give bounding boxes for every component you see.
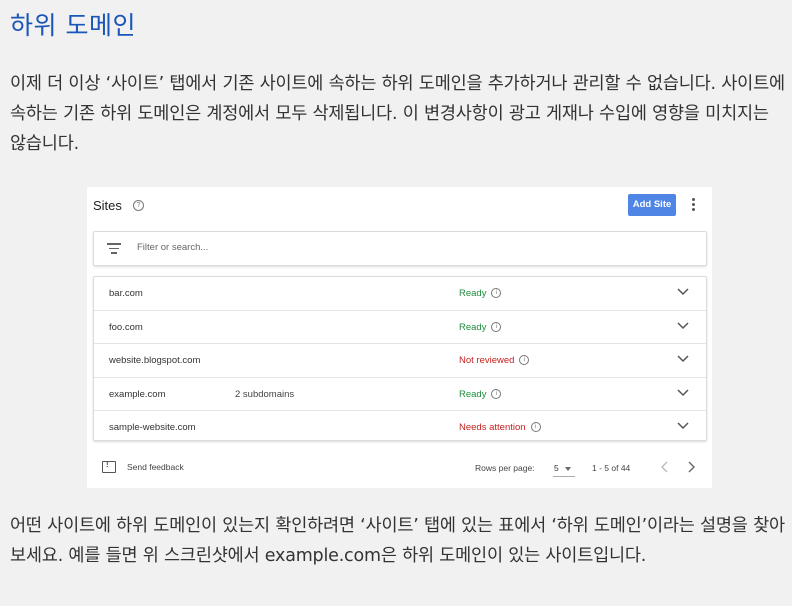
sites-title: Sites xyxy=(93,198,122,213)
info-icon[interactable]: i xyxy=(491,288,502,299)
pagination-range: 1 - 5 of 44 xyxy=(592,463,631,473)
site-domain: foo.com xyxy=(109,321,143,333)
dropdown-caret-icon xyxy=(565,467,571,471)
info-icon[interactable]: i xyxy=(530,422,541,433)
chevron-down-icon[interactable] xyxy=(677,321,689,331)
send-feedback-link[interactable]: Send feedback xyxy=(127,462,184,472)
site-domain: bar.com xyxy=(109,288,143,299)
site-status: Ready i xyxy=(459,388,502,400)
site-status-label: Ready xyxy=(459,288,487,299)
sites-table: bar.com Ready i foo.com Ready i website.blogsp… xyxy=(93,276,707,441)
table-row[interactable]: sample-website.com Needs attention i xyxy=(94,411,706,444)
sites-header: Sites ? Add Site xyxy=(87,187,712,225)
info-icon[interactable]: i xyxy=(491,321,502,332)
site-status: Needs attention i xyxy=(459,422,541,433)
help-icon[interactable]: ? xyxy=(133,200,144,211)
site-status: Ready i xyxy=(459,321,502,333)
chevron-down-icon[interactable] xyxy=(677,354,689,364)
table-row[interactable]: bar.com Ready i xyxy=(94,277,706,311)
filter-placeholder[interactable]: Filter or search... xyxy=(137,242,208,253)
table-footer: Send feedback Rows per page: 5 1 - 5 of … xyxy=(87,450,712,480)
rows-per-page-value: 5 xyxy=(554,463,559,473)
filter-bar[interactable]: Filter or search... xyxy=(93,231,707,266)
table-row[interactable]: foo.com Ready i xyxy=(94,311,706,344)
site-status-label: Needs attention xyxy=(459,422,526,433)
site-status: Not reviewed i xyxy=(459,355,530,366)
more-vert-icon[interactable] xyxy=(688,196,698,214)
site-domain: example.com xyxy=(109,388,166,400)
page-title: 하위 도메인 xyxy=(10,11,136,40)
closing-paragraph: 어떤 사이트에 하위 도메인이 있는지 확인하려면 ‘사이트’ 탭에 있는 표에… xyxy=(10,516,785,566)
site-domain: website.blogspot.com xyxy=(109,355,201,366)
site-subdomains: 2 subdomains xyxy=(235,388,295,400)
site-status-label: Ready xyxy=(459,321,487,333)
table-row[interactable]: website.blogspot.com Not reviewed i xyxy=(94,344,706,378)
chevron-down-icon[interactable] xyxy=(677,421,689,431)
chevron-left-icon[interactable] xyxy=(659,461,671,473)
sites-screenshot: Sites ? Add Site Filter or search... bar… xyxy=(87,187,712,488)
site-status: Ready i xyxy=(459,288,502,299)
rows-per-page-label: Rows per page: xyxy=(475,463,535,473)
table-row[interactable]: example.com 2 subdomains Ready i xyxy=(94,378,706,411)
site-status-label: Not reviewed xyxy=(459,355,515,366)
chevron-right-icon[interactable] xyxy=(685,461,697,473)
chevron-down-icon[interactable] xyxy=(677,388,689,398)
add-site-button[interactable]: Add Site xyxy=(628,194,676,216)
intro-paragraph: 이제 더 이상 ‘사이트’ 탭에서 기존 사이트에 속하는 하위 도메인을 추가… xyxy=(10,74,785,154)
site-status-label: Ready xyxy=(459,388,487,400)
chevron-down-icon[interactable] xyxy=(677,287,689,297)
filter-icon xyxy=(107,243,121,255)
site-domain: sample-website.com xyxy=(109,422,196,433)
info-icon[interactable]: i xyxy=(519,355,530,366)
info-icon[interactable]: i xyxy=(491,388,502,399)
feedback-icon[interactable] xyxy=(102,460,116,473)
rows-per-page-select[interactable]: 5 xyxy=(553,459,575,477)
